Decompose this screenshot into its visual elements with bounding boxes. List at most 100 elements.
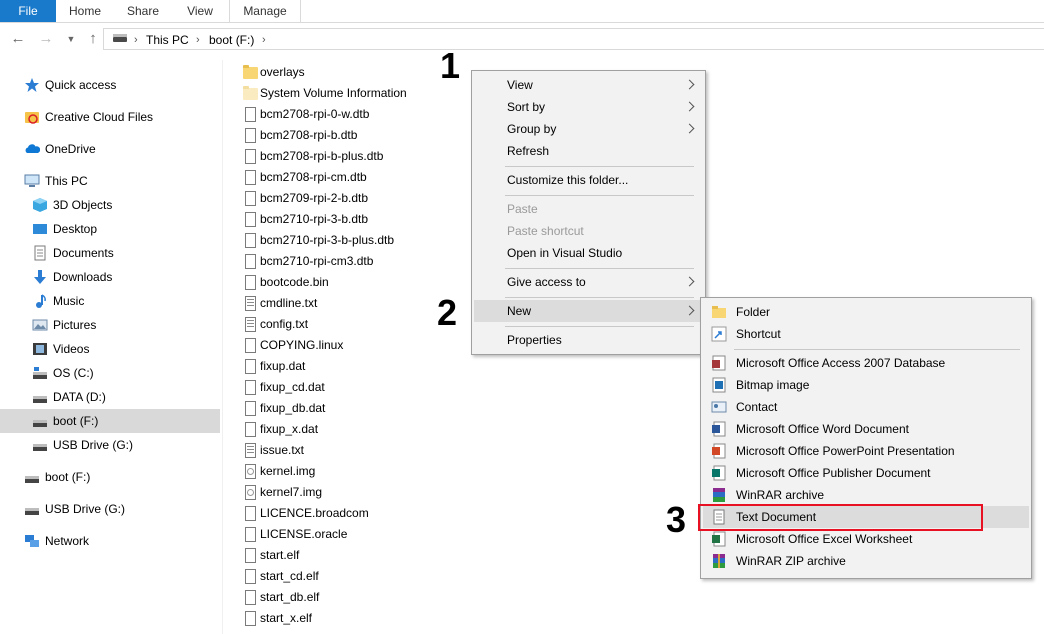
file-row[interactable]: fixup_x.dat bbox=[240, 419, 440, 440]
file-row[interactable]: start_db.elf bbox=[240, 587, 440, 608]
file-row[interactable]: start_x.elf bbox=[240, 608, 440, 629]
file-row[interactable]: fixup_db.dat bbox=[240, 398, 440, 419]
nav-videos[interactable]: Videos bbox=[0, 337, 220, 361]
submenu-item-winrar-zip-archive[interactable]: WinRAR ZIP archive bbox=[703, 550, 1029, 572]
nav-boot-f-root[interactable]: boot (F:) bbox=[0, 465, 220, 489]
nav-pictures[interactable]: Pictures bbox=[0, 313, 220, 337]
recent-dropdown-icon[interactable]: ▼ bbox=[63, 29, 79, 49]
nav-desktop[interactable]: Desktop bbox=[0, 217, 220, 241]
chevron-right-icon[interactable]: › bbox=[196, 32, 200, 48]
tab-file[interactable]: File bbox=[0, 0, 56, 22]
chevron-right-icon[interactable]: › bbox=[134, 32, 138, 48]
nav-this-pc[interactable]: This PC bbox=[0, 169, 220, 193]
menu-item-paste-shortcut[interactable]: Paste shortcut bbox=[474, 220, 703, 242]
file-row[interactable]: start.elf bbox=[240, 545, 440, 566]
file-row[interactable]: kernel7.img bbox=[240, 482, 440, 503]
file-row[interactable]: bcm2710-rpi-3-b-plus.dtb bbox=[240, 230, 440, 251]
menu-item-open-visual-studio[interactable]: Open in Visual Studio bbox=[474, 242, 703, 264]
menu-item-properties[interactable]: Properties bbox=[474, 329, 703, 351]
file-row[interactable]: bootcode.bin bbox=[240, 272, 440, 293]
submenu-item-microsoft-office-powerpoint-presentation[interactable]: Microsoft Office PowerPoint Presentation bbox=[703, 440, 1029, 462]
nav-onedrive[interactable]: OneDrive bbox=[0, 137, 220, 161]
nav-downloads[interactable]: Downloads bbox=[0, 265, 220, 289]
submenu-item-microsoft-office-publisher-document[interactable]: Microsoft Office Publisher Document bbox=[703, 462, 1029, 484]
menu-item-give-access[interactable]: Give access to bbox=[474, 271, 703, 293]
file-row[interactable]: bcm2708-rpi-0-w.dtb bbox=[240, 104, 440, 125]
nav-label: USB Drive (G:) bbox=[45, 502, 126, 516]
nav-boot-f[interactable]: boot (F:) bbox=[0, 409, 220, 433]
file-row[interactable]: start_cd.elf bbox=[240, 566, 440, 587]
file-name: bcm2708-rpi-b.dtb bbox=[260, 128, 358, 142]
file-row[interactable]: fixup.dat bbox=[240, 356, 440, 377]
file-name: bootcode.bin bbox=[260, 275, 329, 289]
submenu-item-winrar-archive[interactable]: WinRAR archive bbox=[703, 484, 1029, 506]
nav-quick-access[interactable]: Quick access bbox=[0, 73, 220, 97]
file-row[interactable]: bcm2709-rpi-2-b.dtb bbox=[240, 188, 440, 209]
back-arrow-icon[interactable]: ← bbox=[10, 29, 26, 49]
nav-label: Videos bbox=[53, 342, 90, 356]
menu-item-refresh[interactable]: Refresh bbox=[474, 140, 703, 162]
menu-label: Folder bbox=[736, 305, 771, 319]
chevron-right-icon[interactable]: › bbox=[262, 32, 266, 48]
menu-item-customize[interactable]: Customize this folder... bbox=[474, 169, 703, 191]
file-row[interactable]: fixup_cd.dat bbox=[240, 377, 440, 398]
file-row[interactable]: bcm2708-rpi-cm.dtb bbox=[240, 167, 440, 188]
submenu-item-microsoft-office-excel-worksheet[interactable]: Microsoft Office Excel Worksheet bbox=[703, 528, 1029, 550]
disc-image-icon bbox=[245, 464, 256, 479]
file-row[interactable]: bcm2708-rpi-b-plus.dtb bbox=[240, 146, 440, 167]
file-row[interactable]: overlays bbox=[240, 62, 440, 83]
breadcrumb-boot[interactable]: boot (F:) bbox=[209, 32, 254, 48]
forward-arrow-icon[interactable]: → bbox=[38, 29, 54, 49]
file-icon bbox=[245, 569, 256, 584]
submenu-item-microsoft-office-access-2007-database[interactable]: Microsoft Office Access 2007 Database bbox=[703, 352, 1029, 374]
tab-manage[interactable]: Manage bbox=[230, 0, 300, 22]
tab-home[interactable]: Home bbox=[56, 0, 114, 22]
address-bar[interactable]: › This PC › boot (F:) › bbox=[103, 28, 1044, 50]
folder-icon bbox=[243, 65, 258, 79]
nav-music[interactable]: Music bbox=[0, 289, 220, 313]
up-arrow-icon[interactable]: ↑ bbox=[85, 29, 101, 49]
breadcrumb-this-pc[interactable]: This PC bbox=[146, 32, 189, 48]
menu-label: Microsoft Office Excel Worksheet bbox=[736, 532, 913, 546]
file-row[interactable]: issue.txt bbox=[240, 440, 440, 461]
download-icon bbox=[32, 269, 48, 285]
shortcut-icon bbox=[711, 326, 727, 342]
menu-item-new[interactable]: New bbox=[474, 300, 703, 322]
file-row[interactable]: LICENSE.oracle bbox=[240, 524, 440, 545]
menu-label: Microsoft Office Access 2007 Database bbox=[736, 356, 946, 370]
computer-icon bbox=[24, 173, 40, 189]
drive-icon bbox=[32, 365, 48, 381]
nav-3d-objects[interactable]: 3D Objects bbox=[0, 193, 220, 217]
file-icon bbox=[245, 527, 256, 542]
nav-data-d[interactable]: DATA (D:) bbox=[0, 385, 220, 409]
submenu-item-bitmap-image[interactable]: Bitmap image bbox=[703, 374, 1029, 396]
nav-network[interactable]: Network bbox=[0, 529, 220, 553]
tab-share[interactable]: Share bbox=[114, 0, 172, 22]
file-name: start_db.elf bbox=[260, 590, 320, 604]
nav-usb-g-root[interactable]: USB Drive (G:) bbox=[0, 497, 220, 521]
file-row[interactable]: bcm2710-rpi-cm3.dtb bbox=[240, 251, 440, 272]
file-row[interactable]: cmdline.txt bbox=[240, 293, 440, 314]
tab-view[interactable]: View bbox=[172, 0, 228, 22]
menu-item-sort-by[interactable]: Sort by bbox=[474, 96, 703, 118]
menu-item-paste[interactable]: Paste bbox=[474, 198, 703, 220]
nav-usb-g[interactable]: USB Drive (G:) bbox=[0, 433, 220, 457]
nav-os-c[interactable]: OS (C:) bbox=[0, 361, 220, 385]
menu-label: New bbox=[507, 304, 532, 318]
file-row[interactable]: bcm2710-rpi-3-b.dtb bbox=[240, 209, 440, 230]
menu-item-group-by[interactable]: Group by bbox=[474, 118, 703, 140]
submenu-item-contact[interactable]: Contact bbox=[703, 396, 1029, 418]
file-row[interactable]: COPYING.linux bbox=[240, 335, 440, 356]
submenu-item-shortcut[interactable]: Shortcut bbox=[703, 323, 1029, 345]
nav-documents[interactable]: Documents bbox=[0, 241, 220, 265]
nav-creative-cloud[interactable]: Creative Cloud Files bbox=[0, 105, 220, 129]
file-row[interactable]: bcm2708-rpi-b.dtb bbox=[240, 125, 440, 146]
drive-icon bbox=[24, 469, 40, 485]
file-row[interactable]: kernel.img bbox=[240, 461, 440, 482]
submenu-item-microsoft-office-word-document[interactable]: Microsoft Office Word Document bbox=[703, 418, 1029, 440]
file-row[interactable]: config.txt bbox=[240, 314, 440, 335]
submenu-item-folder[interactable]: Folder bbox=[703, 301, 1029, 323]
file-row[interactable]: System Volume Information bbox=[240, 83, 440, 104]
menu-item-view[interactable]: View bbox=[474, 74, 703, 96]
file-row[interactable]: LICENCE.broadcom bbox=[240, 503, 440, 524]
